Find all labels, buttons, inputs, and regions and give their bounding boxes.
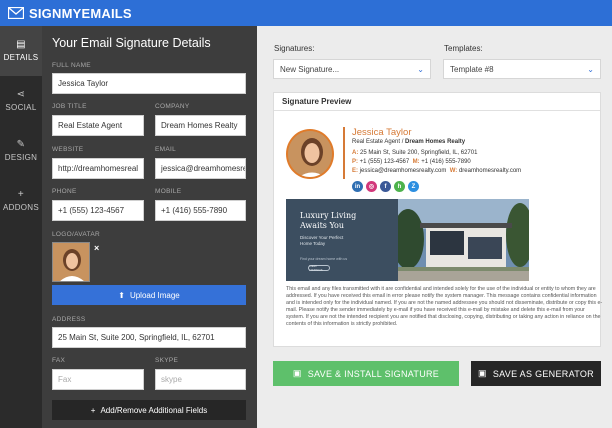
signature-preview: Signature Preview Jessica Taylor Real Es… [273,92,603,347]
plus-icon: + [17,189,25,200]
plus-icon: + [90,405,96,415]
phone-input[interactable]: +1 (555) 123-4567 [52,200,144,221]
signature-address: 25 Main St, Suite 200, Springfield, IL, … [360,150,478,156]
details-panel: Your Email Signature Details FULL NAME J… [42,26,257,428]
rail-item-label: DESIGN [4,153,38,162]
phone-key: P: [352,159,358,165]
save-icon: ▣ [292,368,302,378]
save-as-generator-button[interactable]: ▣ SAVE AS GENERATOR [471,361,601,386]
rail-item-design[interactable]: ✎ DESIGN [0,126,42,176]
signatures-value: New Signature... [280,64,340,74]
logo-text[interactable]: SIGNMYEMAILS [29,6,132,21]
facebook-icon[interactable]: f [380,181,391,192]
email-label: EMAIL [155,146,177,153]
signatures-label: Signatures: [274,44,315,53]
upload-button-label: Upload Image [129,290,180,300]
mobile-input[interactable]: +1 (416) 555-7890 [155,200,246,221]
templates-select[interactable]: Template #8 ⌄ [443,59,601,79]
social-icons: in ◎ f h Z [352,181,419,192]
fax-input[interactable]: Fax [52,369,144,390]
signature-disclaimer: This email and any files transmitted wit… [286,286,603,327]
phone-label: PHONE [52,188,77,195]
mobile-label: MOBILE [155,188,182,195]
upload-icon: ⬆ [118,290,125,300]
rail-item-social[interactable]: ⋖ SOCIAL [0,76,42,126]
templates-value: Template #8 [450,64,494,74]
templates-label: Templates: [444,44,483,53]
signature-banner[interactable]: Luxury Living Awaits You Discover Your P… [286,199,529,281]
banner-small-text: Find your dream home with us [300,257,348,261]
signature-photo [286,129,334,179]
brush-icon: ✎ [16,139,26,150]
top-bar: SIGNMYEMAILS [0,0,612,26]
full-name-label: FULL NAME [52,62,91,69]
banner-title: Luxury Living Awaits You [300,211,356,231]
banner-title-line-2: Awaits You [300,221,345,230]
preview-title: Signature Preview [274,93,600,111]
zillow-icon[interactable]: Z [408,181,419,192]
chevron-down-icon: ⌄ [417,64,424,74]
signature-email[interactable]: jessica@dreamhomesrealty.com [360,168,447,174]
email-key: E: [352,168,358,174]
banner-subtitle: Discover Your Perfect Home Today [300,235,343,247]
save-icon: ▣ [478,368,487,378]
job-title-label: JOB TITLE [52,103,87,110]
signature-company: Dream Homes Realty [405,139,466,145]
signatures-select[interactable]: New Signature... ⌄ [273,59,431,79]
chevron-down-icon: ⌄ [587,64,594,74]
banner-title-line-1: Luxury Living [300,211,357,220]
signature-mobile: +1 (416) 555-7890 [421,159,471,165]
signature-name: Jessica Taylor [352,127,412,138]
signature-address-line: A: 25 Main St, Suite 200, Springfield, I… [352,150,477,156]
rail-item-label: SOCIAL [5,103,37,112]
address-input[interactable]: 25 Main St, Suite 200, Springfield, IL, … [52,327,246,348]
banner-button[interactable]: VIEW LISTINGS [308,264,330,272]
fax-label: FAX [52,357,66,364]
remove-avatar-icon[interactable]: × [94,243,99,253]
signature-divider [343,127,345,179]
banner-house-image [392,199,529,281]
rail-item-details[interactable]: ▤ DETAILS [0,26,42,76]
signature-web[interactable]: dreamhomesrealty.com [459,168,521,174]
add-fields-label: Add/Remove Additional Fields [100,405,208,415]
houzz-icon[interactable]: h [394,181,405,192]
generator-label: SAVE AS GENERATOR [492,368,594,379]
avatar-thumbnail [52,242,90,282]
envelope-logo-icon [8,7,24,19]
linkedin-icon[interactable]: in [352,181,363,192]
website-input[interactable]: http://dreamhomesreal [52,158,144,179]
signature-phone-line: P: +1 (555) 123-4567 M: +1 (416) 555-789… [352,159,471,165]
rail-item-label: DETAILS [3,53,39,62]
website-label: WEBSITE [52,146,84,153]
company-input[interactable]: Dream Homes Realty [155,115,246,136]
signature-title-line: Real Estate Agent / Dream Homes Realty [352,139,465,145]
instagram-icon[interactable]: ◎ [366,181,377,192]
signature-phone: +1 (555) 123-4567 [359,159,410,165]
upload-image-button[interactable]: ⬆ Upload Image [52,285,246,305]
address-key: A: [352,150,359,156]
logo-avatar-label: LOGO/AVATAR [52,231,100,238]
job-title-input[interactable]: Real Estate Agent [52,115,144,136]
rail-item-addons[interactable]: + ADDONS [0,176,42,226]
skype-input[interactable]: skype [155,369,246,390]
skype-label: SKYPE [155,357,179,364]
address-label: ADDRESS [52,316,86,323]
save-install-signature-button[interactable]: ▣ SAVE & INSTALL SIGNATURE [273,361,459,386]
signature-job-title: Real Estate Agent / [352,139,406,145]
add-remove-fields-button[interactable]: + Add/Remove Additional Fields [52,400,246,420]
panel-title: Your Email Signature Details [52,36,211,50]
company-label: COMPANY [155,103,190,110]
web-key: W: [449,168,458,174]
email-input[interactable]: jessica@dreamhomesre [155,158,246,179]
rail-item-label: ADDONS [2,203,40,212]
mobile-key: M: [412,159,420,165]
id-card-icon: ▤ [16,39,26,50]
share-icon: ⋖ [16,89,26,100]
banner-subtitle-line-2: Home Today [300,241,326,246]
left-rail: ▤ DETAILS ⋖ SOCIAL ✎ DESIGN + ADDONS [0,26,42,428]
signature-email-line: E: jessica@dreamhomesrealty.com W: dream… [352,168,521,174]
install-label: SAVE & INSTALL SIGNATURE [307,368,440,379]
full-name-input[interactable]: Jessica Taylor [52,73,246,94]
